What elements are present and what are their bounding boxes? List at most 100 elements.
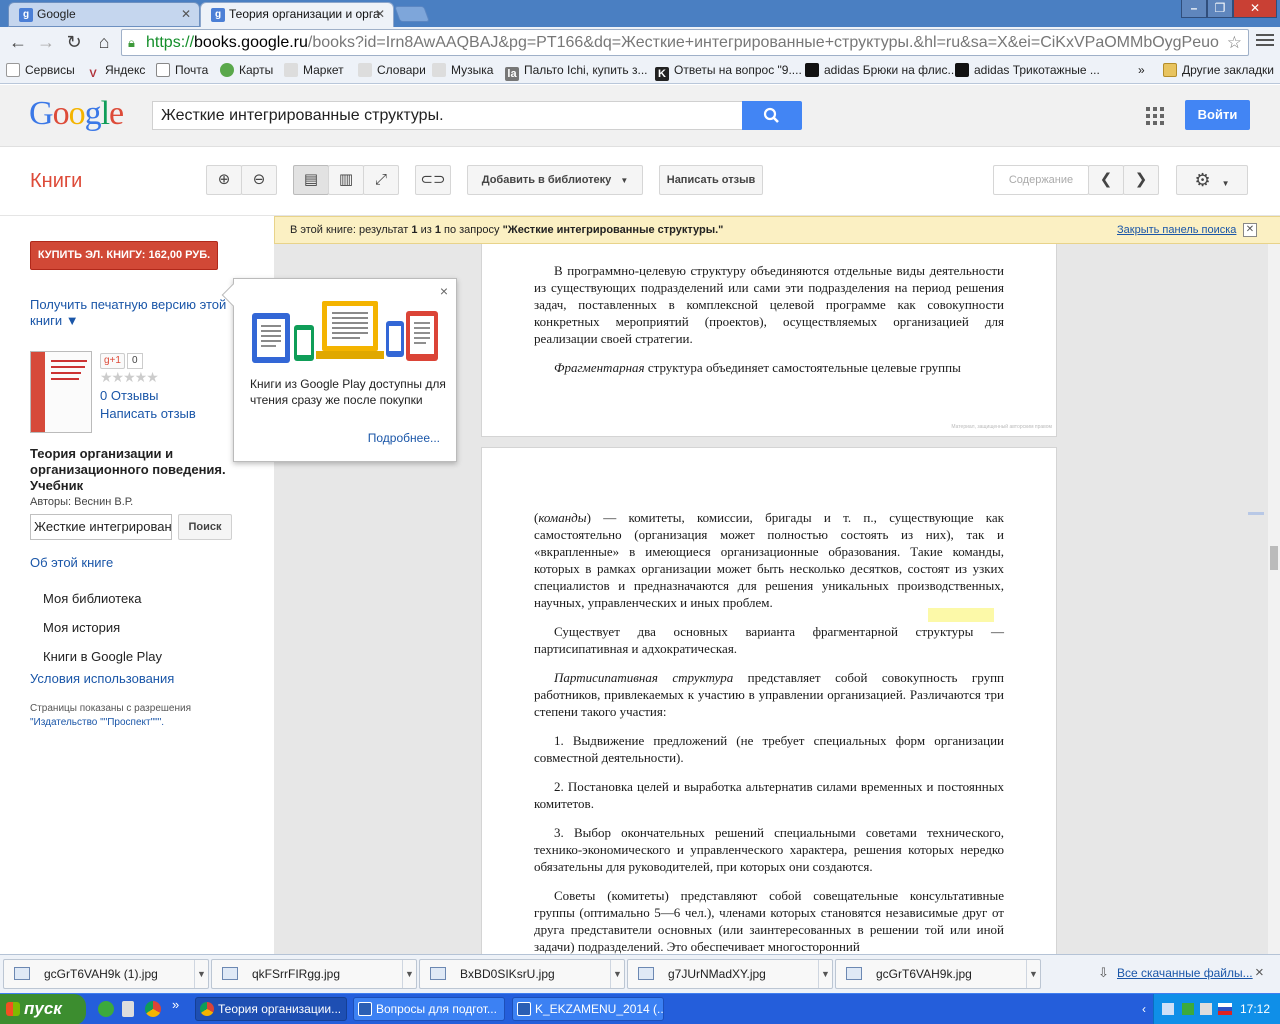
book-search-button[interactable]: Поиск [178,514,232,540]
download-tray-icon[interactable] [1182,1003,1194,1015]
settings-button[interactable]: ⚙ ▼ [1176,165,1248,195]
sign-in-button[interactable]: Войти [1185,100,1250,130]
quicklaunch-utorrent-icon[interactable] [98,1001,114,1017]
taskbar-item-word-1[interactable]: Вопросы для подгот... [353,997,505,1021]
next-page-button[interactable]: ❯ [1123,165,1159,195]
quicklaunch-more-icon[interactable]: » [172,997,179,1012]
address-bar[interactable]: 🔒︎ https://books.google.ru/books?id=Irn8… [121,29,1249,56]
chevron-down-icon[interactable]: ▼ [818,960,832,988]
new-tab-button[interactable] [394,6,430,22]
maximize-button[interactable]: ❐ [1207,0,1233,18]
tab-close-icon[interactable]: ✕ [375,3,385,26]
bookmark-services[interactable]: Сервисы [6,63,75,77]
volume-icon[interactable] [1200,1003,1212,1015]
print-version-link[interactable]: Получить печатную версию этой книги ▼ [30,297,235,329]
quicklaunch-app-icon[interactable] [122,1001,134,1017]
start-button[interactable]: пуск [0,994,86,1024]
tab-book[interactable]: g Теория организации и орга ✕ [200,2,394,27]
nav-google-play-books[interactable]: Книги в Google Play [43,649,162,664]
reviews-link[interactable]: 0 Отзывы [100,388,158,403]
book-search-input[interactable]: Жесткие интегрирован [30,514,172,540]
bookmark-coat[interactable]: la Пальто Ichi, купить з... [505,63,648,81]
google-search-input[interactable]: Жесткие интегрированные структуры. [152,101,743,130]
all-downloads-link[interactable]: Все скачанные файлы... [1117,966,1253,980]
books-title[interactable]: Книги [30,170,82,193]
nav-my-history[interactable]: Моя история [43,620,120,635]
contents-button[interactable]: Содержание [993,165,1089,195]
network-icon[interactable] [1162,1003,1174,1015]
scrollbar-thumb[interactable] [1270,546,1278,570]
popup-more-link[interactable]: Подробнее... [368,431,440,445]
buy-ebook-button[interactable]: КУПИТЬ ЭЛ. КНИГУ: 162,00 РУБ. [30,241,218,270]
publisher-link[interactable]: "Издательство ""Проспект""". [30,717,164,728]
language-flag-icon[interactable] [1218,1003,1232,1015]
yandex-icon: V [89,68,97,80]
zoom-out-button[interactable]: ⊖ [241,165,277,195]
forward-arrow-icon[interactable]: → [34,31,58,55]
bookmark-star-icon[interactable]: ☆ [1227,30,1242,55]
download-item[interactable]: g7JUrNMadXY.jpg ▼ [627,959,833,989]
search-icon [763,107,779,123]
windows-logo-icon [6,1002,20,1016]
book-cover-thumbnail[interactable] [30,351,92,433]
download-item[interactable]: gcGrT6VAH9k.jpg ▼ [835,959,1041,989]
download-item[interactable]: BxBD0SIKsrU.jpg ▼ [419,959,625,989]
search-button[interactable] [742,101,802,130]
reader-scrollbar[interactable] [1268,244,1280,954]
taskbar-item-word-2[interactable]: K_EKZAMENU_2014 (... [512,997,664,1021]
fullscreen-button[interactable]: ⤢ [363,165,399,195]
books-toolbar: Книги ⊕ ⊖ ▤ ▥ ⤢ ⊂⊃ Добавить в библиотеку… [0,148,1280,216]
chevron-down-icon[interactable]: ▼ [194,960,208,988]
quicklaunch-chrome-icon[interactable] [145,1001,161,1017]
minimize-button[interactable]: – [1181,0,1207,18]
link-button[interactable]: ⊂⊃ [415,165,451,195]
bookmark-answers[interactable]: K Ответы на вопрос "9.... [655,63,802,81]
chrome-menu-icon[interactable] [1256,34,1274,50]
download-item[interactable]: qkFSrrFIRgg.jpg ▼ [211,959,417,989]
close-window-button[interactable]: ✕ [1233,0,1277,18]
gplus-button[interactable]: g+1 [100,353,125,369]
zoom-in-button[interactable]: ⊕ [206,165,242,195]
bookmark-music[interactable]: Музыка [432,63,493,77]
close-icon[interactable]: ✕ [1243,223,1257,237]
two-page-view-button[interactable]: ▥ [328,165,364,195]
previous-page-button[interactable]: ❮ [1088,165,1124,195]
bookmark-adidas-pants[interactable]: adidas Брюки на флис... [805,63,957,77]
terms-link[interactable]: Условия использования [30,671,174,686]
bookmark-yandex[interactable]: V Яндекс [86,63,145,81]
popup-close-icon[interactable]: × [440,283,448,299]
tab-close-icon[interactable]: ✕ [181,3,191,26]
google-logo[interactable]: Google [29,95,124,133]
close-search-panel-link[interactable]: Закрыть панель поиска [1117,217,1236,244]
bookmark-adidas-knit[interactable]: adidas Трикотажные ... [955,63,1100,77]
gplus-count: 0 [127,353,143,369]
clock[interactable]: 17:12 [1240,994,1270,1024]
tab-google[interactable]: g Google ✕ [8,2,200,27]
tab-label: Теория организации и орга [229,7,380,21]
downloads-close-icon[interactable]: × [1255,964,1264,981]
about-book-link[interactable]: Об этой книге [30,555,113,570]
other-bookmarks[interactable]: Другие закладки [1163,63,1274,77]
write-review-link[interactable]: Написать отзыв [100,406,196,421]
reload-icon[interactable]: ↻ [62,31,86,55]
back-arrow-icon[interactable]: ← [6,31,30,55]
bookmark-mail[interactable]: Почта [156,63,208,77]
apps-grid-icon[interactable] [1146,107,1164,125]
home-icon[interactable]: ⌂ [92,31,116,55]
chevron-down-icon[interactable]: ▼ [1026,960,1040,988]
add-to-library-button[interactable]: Добавить в библиотеку ▼ [467,165,643,195]
two-page-icon: ▥ [338,171,354,188]
chevron-down-icon[interactable]: ▼ [402,960,416,988]
write-review-button[interactable]: Написать отзыв [659,165,763,195]
nav-my-library[interactable]: Моя библиотека [43,591,141,606]
taskbar-item-chrome[interactable]: Теория организации... [195,997,347,1021]
tray-expand-icon[interactable]: ‹ [1142,994,1146,1024]
single-page-view-button[interactable]: ▤ [293,165,329,195]
download-item[interactable]: gcGrT6VAH9k (1).jpg ▼ [3,959,209,989]
chevron-down-icon[interactable]: ▼ [610,960,624,988]
bookmark-dictionaries[interactable]: Словари [358,63,426,77]
google-favicon-icon: g [19,8,33,22]
bookmark-market[interactable]: Маркет [284,63,344,77]
bookmark-maps[interactable]: Карты [220,63,273,77]
bookmarks-overflow-button[interactable]: » [1138,63,1145,77]
